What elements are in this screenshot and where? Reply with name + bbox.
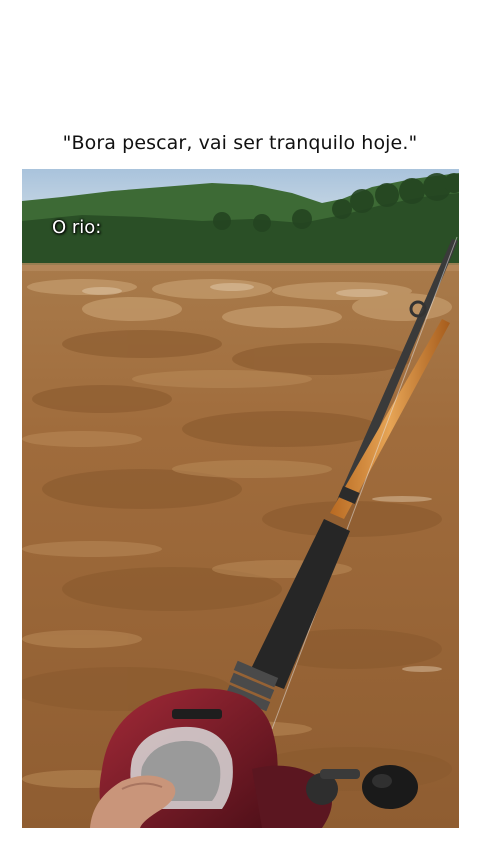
post-caption: "Bora pescar, vai ser tranquilo hoje."	[62, 132, 418, 154]
river-fishing-scene	[22, 169, 459, 828]
video-frame[interactable]: O rio:	[22, 169, 459, 828]
overlay-label: O rio:	[52, 217, 102, 238]
post-screen: "Bora pescar, vai ser tranquilo hoje." O…	[0, 0, 480, 854]
